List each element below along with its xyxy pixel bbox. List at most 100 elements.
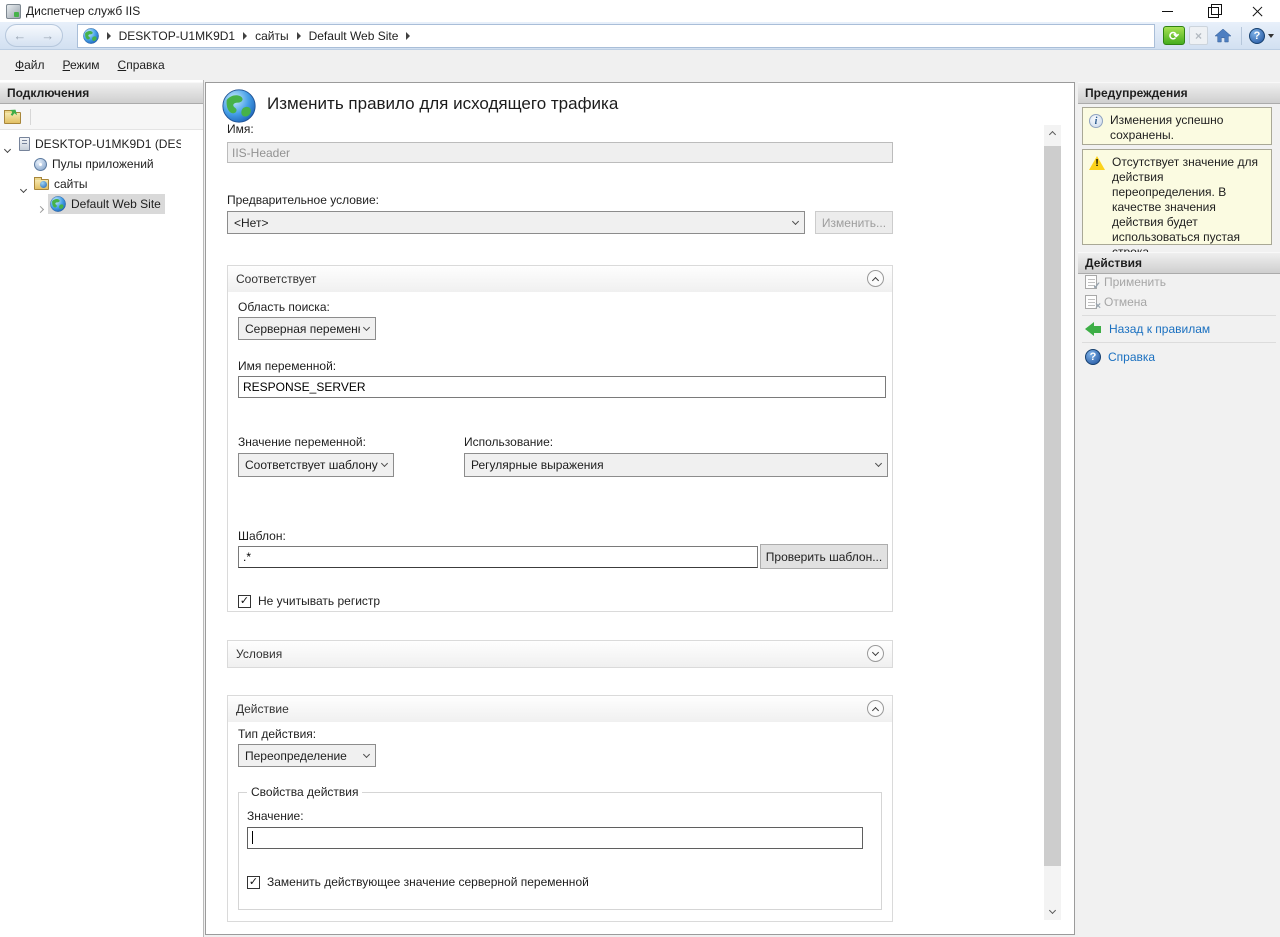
edit-precondition-button: Изменить... xyxy=(815,211,893,234)
actions-header: Действия xyxy=(1078,252,1280,274)
apply-icon: ✓ xyxy=(1085,275,1097,289)
checkbox-icon[interactable]: ✓ xyxy=(238,595,251,608)
help-icon: ? xyxy=(1085,349,1101,365)
connections-toolbar xyxy=(0,104,203,130)
match-section: Соответствует Область поиска: Серверная … xyxy=(227,265,893,612)
action-type-label: Тип действия: xyxy=(238,727,316,741)
using-label: Использование: xyxy=(464,435,553,449)
back-icon[interactable]: ← xyxy=(13,29,26,42)
menu-mode[interactable]: Режим xyxy=(54,54,109,76)
toolbar-separator xyxy=(30,109,31,125)
connections-tree: DESKTOP-U1MK9D1 (DESKTOP Пулы приложений… xyxy=(0,130,203,214)
breadcrumb-item-site[interactable]: Default Web Site xyxy=(309,29,399,43)
conditions-section: Условия xyxy=(227,640,893,668)
action-type-select[interactable]: Переопределение xyxy=(238,744,376,767)
info-icon: i xyxy=(1089,114,1103,128)
ignore-case-checkbox[interactable]: ✓ Не учитывать регистр xyxy=(238,594,380,608)
precondition-label: Предварительное условие: xyxy=(227,193,379,207)
scrollbar[interactable] xyxy=(1044,125,1061,920)
chevron-down-icon xyxy=(363,750,370,757)
edit-rule-form: Изменить правило для исходящего трафика … xyxy=(205,82,1075,935)
expand-section-button[interactable] xyxy=(867,645,884,662)
chevron-down-icon xyxy=(875,460,882,467)
name-input xyxy=(227,142,893,163)
scroll-down-button[interactable] xyxy=(1044,903,1061,920)
check-icon: ✓ xyxy=(240,596,249,607)
variable-name-input[interactable] xyxy=(238,376,886,398)
restore-button[interactable] xyxy=(1190,0,1235,22)
separator xyxy=(1082,342,1276,343)
iis-app-icon xyxy=(6,4,21,19)
chevron-collapsed-icon[interactable] xyxy=(38,201,43,215)
cancel-button: × Отмена xyxy=(1078,292,1280,312)
menu-file[interactable]: Файл xyxy=(6,54,54,76)
address-bar: ← → DESKTOP-U1MK9D1 сайты Default Web Si… xyxy=(0,22,1280,50)
using-select[interactable]: Регулярные выражения xyxy=(464,453,888,477)
action-section-title: Действие xyxy=(236,702,289,716)
checkbox-icon[interactable]: ✓ xyxy=(247,876,260,889)
collapse-section-button[interactable] xyxy=(867,700,884,717)
tree-label: сайты xyxy=(54,177,88,191)
conditions-section-header: Условия xyxy=(228,641,892,667)
warning-glyph: ! xyxy=(1089,158,1105,169)
breadcrumb[interactable]: DESKTOP-U1MK9D1 сайты Default Web Site xyxy=(77,24,1155,48)
tree-item-server[interactable]: DESKTOP-U1MK9D1 (DESKTOP xyxy=(0,134,203,154)
breadcrumb-item-sites[interactable]: сайты xyxy=(255,29,289,43)
match-section-header: Соответствует xyxy=(228,266,892,292)
close-button[interactable] xyxy=(1235,0,1280,22)
tree-item-app-pools[interactable]: Пулы приложений xyxy=(0,154,203,174)
warning-alert-text: Отсутствует значение для действия переоп… xyxy=(1112,155,1267,239)
alerts-header: Предупреждения xyxy=(1078,82,1280,104)
tree-label: Пулы приложений xyxy=(52,157,154,171)
replace-value-label: Заменить действующее значение серверной … xyxy=(267,875,589,889)
precondition-select[interactable]: <Нет> xyxy=(227,211,805,234)
check-icon: ✓ xyxy=(249,877,258,888)
scroll-up-button[interactable] xyxy=(1044,125,1061,142)
sites-folder-icon xyxy=(34,179,49,190)
test-pattern-button[interactable]: Проверить шаблон... xyxy=(760,544,888,569)
chevron-down-icon xyxy=(381,460,388,467)
ignore-case-label: Не учитывать регистр xyxy=(258,594,380,608)
apply-label: Применить xyxy=(1104,275,1166,289)
pattern-input[interactable] xyxy=(238,546,758,568)
breadcrumb-item-server[interactable]: DESKTOP-U1MK9D1 xyxy=(119,29,235,43)
action-properties-group: Свойства действия Значение: ✓ Заменить д… xyxy=(238,792,882,910)
variable-value-select[interactable]: Соответствует шаблону xyxy=(238,453,394,477)
page-globe-icon xyxy=(222,89,256,123)
chevron-expanded-icon[interactable] xyxy=(21,181,26,195)
forward-icon[interactable]: → xyxy=(41,29,54,42)
value-input[interactable] xyxy=(247,827,863,849)
scope-value: Серверная переменн xyxy=(245,322,360,336)
chevron-right-icon xyxy=(297,32,301,40)
back-to-rules-link[interactable]: Назад к правилам xyxy=(1078,319,1280,339)
replace-value-checkbox[interactable]: ✓ Заменить действующее значение серверно… xyxy=(247,875,589,889)
stop-icon: × xyxy=(1189,26,1208,45)
selected-tree-item[interactable]: Default Web Site xyxy=(48,194,165,214)
menu-help[interactable]: Справка xyxy=(109,54,174,76)
tree-item-default-web-site[interactable]: Default Web Site xyxy=(0,194,203,214)
scope-select[interactable]: Серверная переменн xyxy=(238,317,376,340)
back-arrow-icon xyxy=(1085,322,1102,336)
variable-value-label: Значение переменной: xyxy=(238,435,366,449)
chevron-down-icon xyxy=(1268,34,1274,38)
save-connection-icon[interactable] xyxy=(4,112,21,124)
variable-value-mode: Соответствует шаблону xyxy=(245,458,378,472)
tree-item-sites[interactable]: сайты xyxy=(0,174,203,194)
warning-icon: ! xyxy=(1089,156,1105,170)
value-label: Значение: xyxy=(247,809,304,823)
help-label: Справка xyxy=(1108,350,1155,364)
chevron-expanded-icon[interactable] xyxy=(5,141,10,155)
help-link[interactable]: ? Справка xyxy=(1078,346,1280,368)
refresh-icon[interactable]: ⟳ xyxy=(1163,26,1185,45)
help-menu-button[interactable]: ? xyxy=(1249,28,1280,44)
action-type-value: Переопределение xyxy=(245,749,360,763)
collapse-section-button[interactable] xyxy=(867,270,884,287)
chevron-right-icon xyxy=(107,32,111,40)
chevron-right-icon xyxy=(243,32,247,40)
scrollbar-thumb[interactable] xyxy=(1044,146,1061,866)
scope-label: Область поиска: xyxy=(238,300,330,314)
home-icon[interactable] xyxy=(1212,26,1234,45)
menu-bar: Файл Режим Справка xyxy=(0,50,1280,80)
minimize-button[interactable] xyxy=(1145,0,1190,22)
content-area: Подключения DESKTOP-U1MK9D1 (DESKTOP Пул… xyxy=(0,80,1280,937)
